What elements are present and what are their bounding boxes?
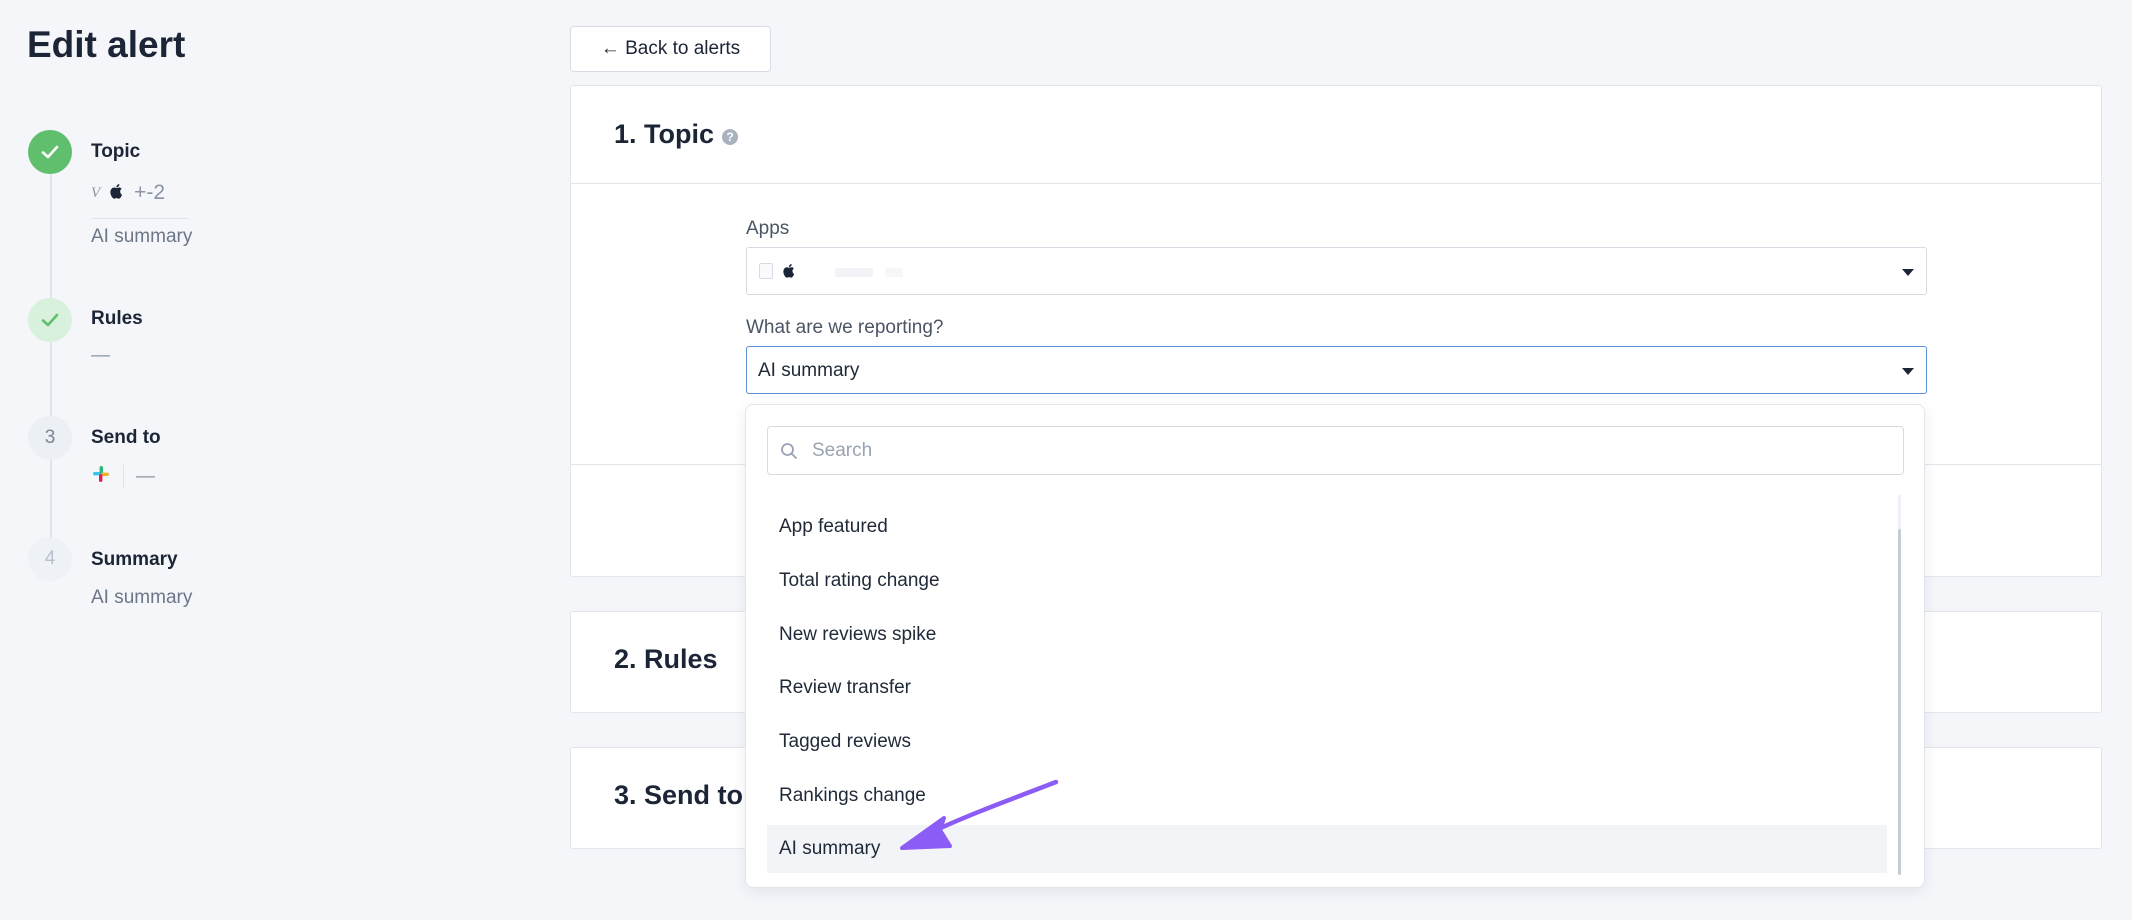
back-to-alerts-button[interactable]: ← Back to alerts xyxy=(570,26,771,72)
step-send-channels: — xyxy=(91,464,155,489)
dropdown-option[interactable]: Review transfer xyxy=(767,664,1887,712)
step-topic-title[interactable]: Topic xyxy=(91,141,140,163)
redacted-app-name xyxy=(885,268,903,277)
back-button-label: ← Back to alerts xyxy=(600,38,741,59)
reporting-select[interactable]: AI summary xyxy=(746,346,1927,394)
channel-separator xyxy=(123,464,124,489)
rules-card-title: 2. Rules xyxy=(614,644,718,674)
reporting-label: What are we reporting? xyxy=(746,317,944,338)
topic-card-title: 1. Topic xyxy=(614,119,715,149)
redacted-app-name xyxy=(835,268,873,277)
dropdown-option[interactable]: New reviews spike xyxy=(767,611,1887,659)
step-summary-title[interactable]: Summary xyxy=(91,549,178,571)
step-topic-summary: AI summary xyxy=(91,226,193,247)
step-send-summary: — xyxy=(136,465,155,487)
reporting-value: AI summary xyxy=(758,360,860,381)
app-icon: V xyxy=(91,184,101,201)
step-topic-apps: V +-2 xyxy=(91,181,165,205)
apple-icon xyxy=(110,183,124,204)
card-divider xyxy=(571,183,2101,184)
step-rules-done-icon xyxy=(28,298,72,342)
help-icon[interactable]: ? xyxy=(722,128,739,145)
chevron-down-icon xyxy=(1902,269,1914,276)
search-icon xyxy=(780,442,798,460)
annotation-arrow-icon xyxy=(900,779,1059,850)
step-divider xyxy=(91,218,189,219)
apple-icon xyxy=(783,263,796,283)
dropdown-option[interactable]: App featured xyxy=(767,503,1887,551)
step-send-number: 3 xyxy=(28,416,72,460)
search-placeholder: Search xyxy=(812,439,873,461)
step-summary-number: 4 xyxy=(28,537,72,581)
apps-label: Apps xyxy=(746,218,790,239)
app-icon xyxy=(759,263,773,279)
step-summary-summary: AI summary xyxy=(91,587,193,608)
timeline-connector xyxy=(50,460,52,540)
step-topic-done-icon xyxy=(28,130,72,174)
dropdown-option[interactable]: Total rating change xyxy=(767,557,1887,605)
slack-icon xyxy=(91,464,111,489)
step-rules-summary: — xyxy=(91,345,110,366)
step-rules-title[interactable]: Rules xyxy=(91,308,143,330)
apps-select[interactable] xyxy=(746,247,1927,295)
send-to-card-title: 3. Send to xyxy=(614,780,744,810)
apps-more-count: +-2 xyxy=(134,181,166,204)
step-send-title[interactable]: Send to xyxy=(91,427,161,449)
dropdown-search-input[interactable]: Search xyxy=(767,426,1904,475)
timeline-connector xyxy=(50,174,52,304)
dropdown-scrollbar-thumb[interactable] xyxy=(1898,529,1901,875)
chevron-down-icon xyxy=(1902,368,1914,375)
page-title: Edit alert xyxy=(27,24,186,65)
dropdown-option[interactable]: Tagged reviews xyxy=(767,718,1887,766)
